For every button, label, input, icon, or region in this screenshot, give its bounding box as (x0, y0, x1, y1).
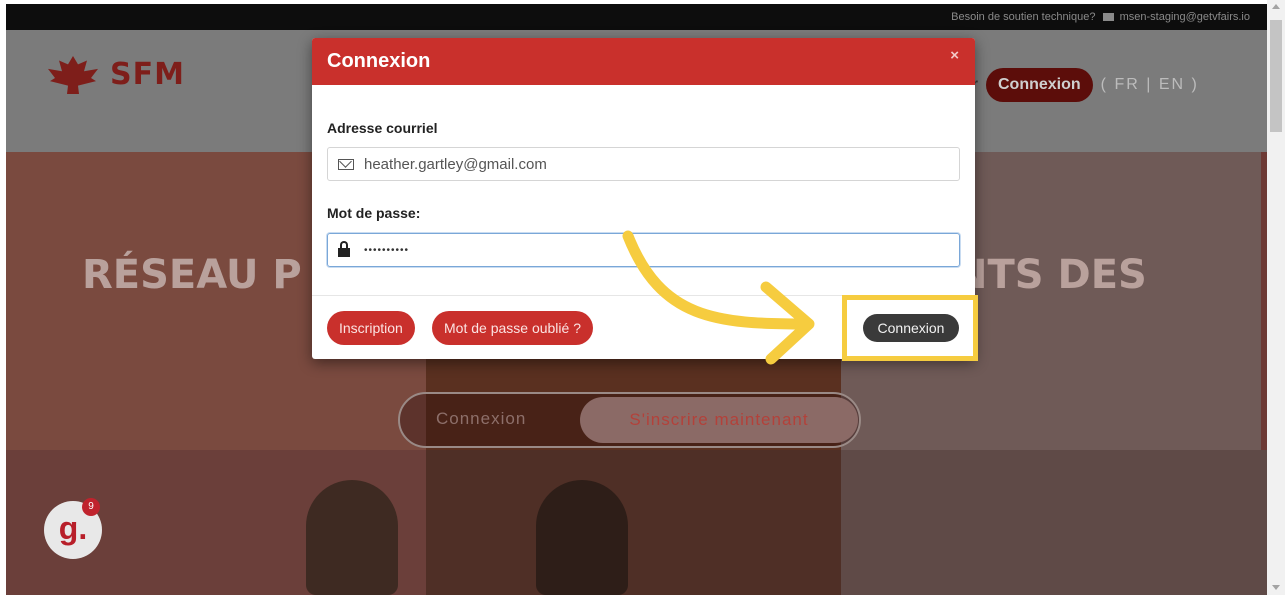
email-value: heather.gartley@gmail.com (364, 155, 547, 173)
lock-icon (338, 240, 350, 257)
modal-header: Connexion × (312, 38, 975, 85)
arrow-annotation-icon (622, 230, 815, 365)
hero-signup-button[interactable]: S'inscrire maintenant (580, 397, 858, 443)
submit-highlight-box: Connexion (842, 295, 978, 361)
login-submit-button[interactable]: Connexion (863, 314, 959, 342)
main-nav: ur Connexion ( FR | EN ) (962, 68, 1199, 102)
language-switcher[interactable]: ( FR | EN ) (1101, 76, 1199, 94)
support-text: Besoin de soutien technique? (951, 11, 1096, 23)
scroll-down-icon[interactable] (1272, 585, 1280, 590)
hero-login-button[interactable]: Connexion (436, 409, 526, 429)
support-bar: Besoin de soutien technique? msen-stagin… (6, 4, 1267, 30)
hero-title-right: NTS DES (954, 252, 1147, 298)
photo-person-2 (536, 480, 628, 595)
email-field[interactable]: heather.gartley@gmail.com (327, 147, 960, 181)
photo-tile-2 (426, 450, 841, 595)
photo-person-1 (306, 480, 398, 595)
email-label: Adresse courriel (327, 120, 438, 136)
envelope-icon (338, 158, 354, 170)
support-email[interactable]: msen-staging@getvfairs.io (1120, 11, 1250, 23)
scroll-thumb[interactable] (1270, 20, 1282, 132)
password-value: •••••••••• (364, 244, 410, 256)
signup-button[interactable]: Inscription (327, 311, 415, 345)
photo-tile-3 (841, 450, 1267, 595)
page-scrollbar[interactable] (1267, 0, 1285, 595)
password-label: Mot de passe: (327, 205, 421, 221)
sfm-logo[interactable]: SFM (44, 52, 185, 96)
nav-login-button[interactable]: Connexion (986, 68, 1093, 102)
modal-title: Connexion (327, 50, 431, 72)
close-icon[interactable]: × (950, 47, 959, 64)
maple-leaf-icon (44, 52, 102, 96)
forgot-password-button[interactable]: Mot de passe oublié ? (432, 311, 593, 345)
logo-text: SFM (110, 56, 185, 92)
hero-cta-group: Connexion S'inscrire maintenant (398, 392, 861, 448)
scroll-up-icon[interactable] (1272, 4, 1280, 9)
envelope-icon (1102, 13, 1114, 21)
hero-title-left: RÉSEAU P (82, 252, 302, 298)
photo-band (6, 450, 1267, 595)
notification-count: 9 (82, 498, 100, 516)
browser-viewport: Besoin de soutien technique? msen-stagin… (6, 4, 1267, 595)
